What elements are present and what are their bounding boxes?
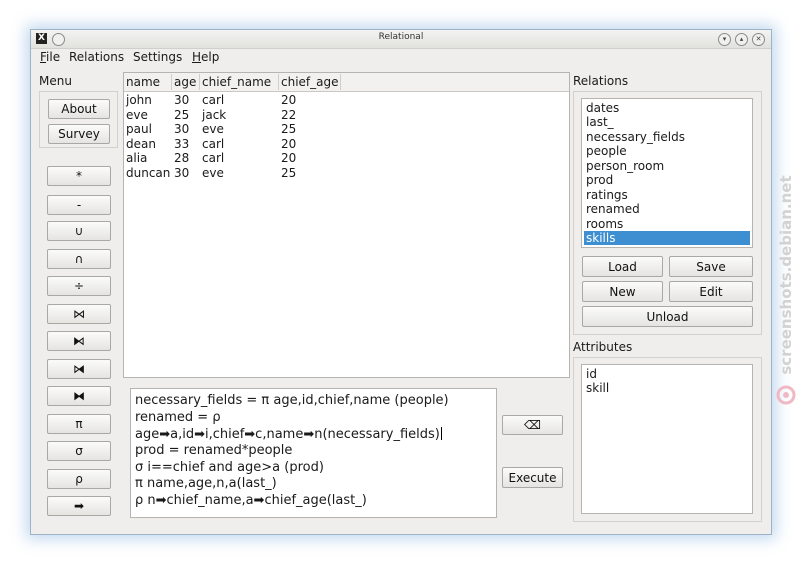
window-title: Relational [378,32,424,42]
attributes-list[interactable]: id skill [581,364,753,514]
right-outer-join-operator-button[interactable]: ⧒ [47,359,111,379]
app-window: X Relational ▾ ▴ ✕ File Relations Settin… [30,29,772,535]
join-operator-button[interactable]: ⋈ [47,304,111,324]
relation-item[interactable]: rooms [584,217,750,231]
relation-item[interactable]: person_room [584,159,750,173]
difference-operator-button[interactable]: - [47,195,111,215]
about-button[interactable]: About [48,99,110,119]
relations-panel-label: Relations [573,74,629,88]
survey-button[interactable]: Survey [48,124,110,144]
division-operator-button[interactable]: ÷ [47,276,111,296]
clear-query-button[interactable]: ⌫ [502,415,563,435]
attribute-item[interactable]: id [584,367,750,381]
arrow-operator-button[interactable]: ➡ [47,496,111,516]
query-line: prod = renamed*people [135,443,293,458]
save-button[interactable]: Save [669,256,753,277]
edit-button[interactable]: Edit [669,281,753,302]
menu-bar: File Relations Settings Help [31,48,771,67]
load-button[interactable]: Load [582,256,663,277]
relation-item[interactable]: last_ [584,115,750,129]
relation-item[interactable]: prod [584,173,750,187]
column-header-chief-name[interactable]: chief_name [202,75,271,89]
unload-button[interactable]: Unload [582,306,753,327]
text-caret [440,427,442,440]
minimize-icon[interactable]: ▾ [718,33,731,46]
relation-item[interactable]: ratings [584,188,750,202]
column-header-age[interactable]: age [174,75,196,89]
execute-button[interactable]: Execute [502,467,563,488]
relation-item-selected[interactable]: skills [584,231,750,245]
relations-list[interactable]: dates last_ necessary_fields people pers… [581,98,753,248]
maximize-icon[interactable]: ▴ [735,33,748,46]
query-editor[interactable]: necessary_fields = π age,id,chief,name (… [130,388,497,518]
relation-item[interactable]: necessary_fields [584,130,750,144]
selection-operator-button[interactable]: σ [47,441,111,461]
projection-operator-button[interactable]: π [47,414,111,434]
relation-item[interactable]: people [584,144,750,158]
close-icon[interactable]: ✕ [752,33,765,46]
relation-item[interactable]: renamed [584,202,750,216]
product-operator-button[interactable]: * [47,166,111,186]
backspace-icon: ⌫ [524,418,541,432]
attributes-panel-label: Attributes [573,340,633,354]
menu-panel-label: Menu [39,74,72,88]
query-line: π name,age,n,a(last_) [135,476,277,491]
menu-help[interactable]: Help [192,50,219,64]
menu-file[interactable]: File [40,50,60,64]
menu-settings[interactable]: Settings [133,50,182,64]
title-bar[interactable]: X Relational ▾ ▴ ✕ [31,30,771,49]
table-header: name age chief_name chief_age [124,73,569,92]
query-line: necessary_fields = π age,id,chief,name (… [135,393,449,408]
result-table[interactable]: name age chief_name chief_age john 30 ca… [123,72,570,378]
full-outer-join-operator-button[interactable]: ⧓ [47,386,111,406]
new-button[interactable]: New [582,281,663,302]
query-line: ρ n➡chief_name,a➡chief_age(last_) [135,493,367,508]
attribute-item[interactable]: skill [584,381,750,395]
relation-item[interactable]: dates [584,101,750,115]
left-outer-join-operator-button[interactable]: ⧑ [47,331,111,351]
menu-relations[interactable]: Relations [69,50,124,64]
query-line: σ i==chief and age>a (prod) [135,460,324,475]
column-header-chief-age[interactable]: chief_age [281,75,339,89]
query-line: renamed = ρ [135,410,221,425]
watermark-text: screenshots.debian.net [777,175,795,375]
rename-operator-button[interactable]: ρ [47,469,111,489]
watermark: screenshots.debian.net [771,175,800,415]
query-line: age➡a,id➡i,chief➡c,name➡n(necessary_fiel… [135,427,442,442]
intersection-operator-button[interactable]: ∩ [47,249,111,269]
column-header-name[interactable]: name [126,75,160,89]
union-operator-button[interactable]: ∪ [47,221,111,241]
